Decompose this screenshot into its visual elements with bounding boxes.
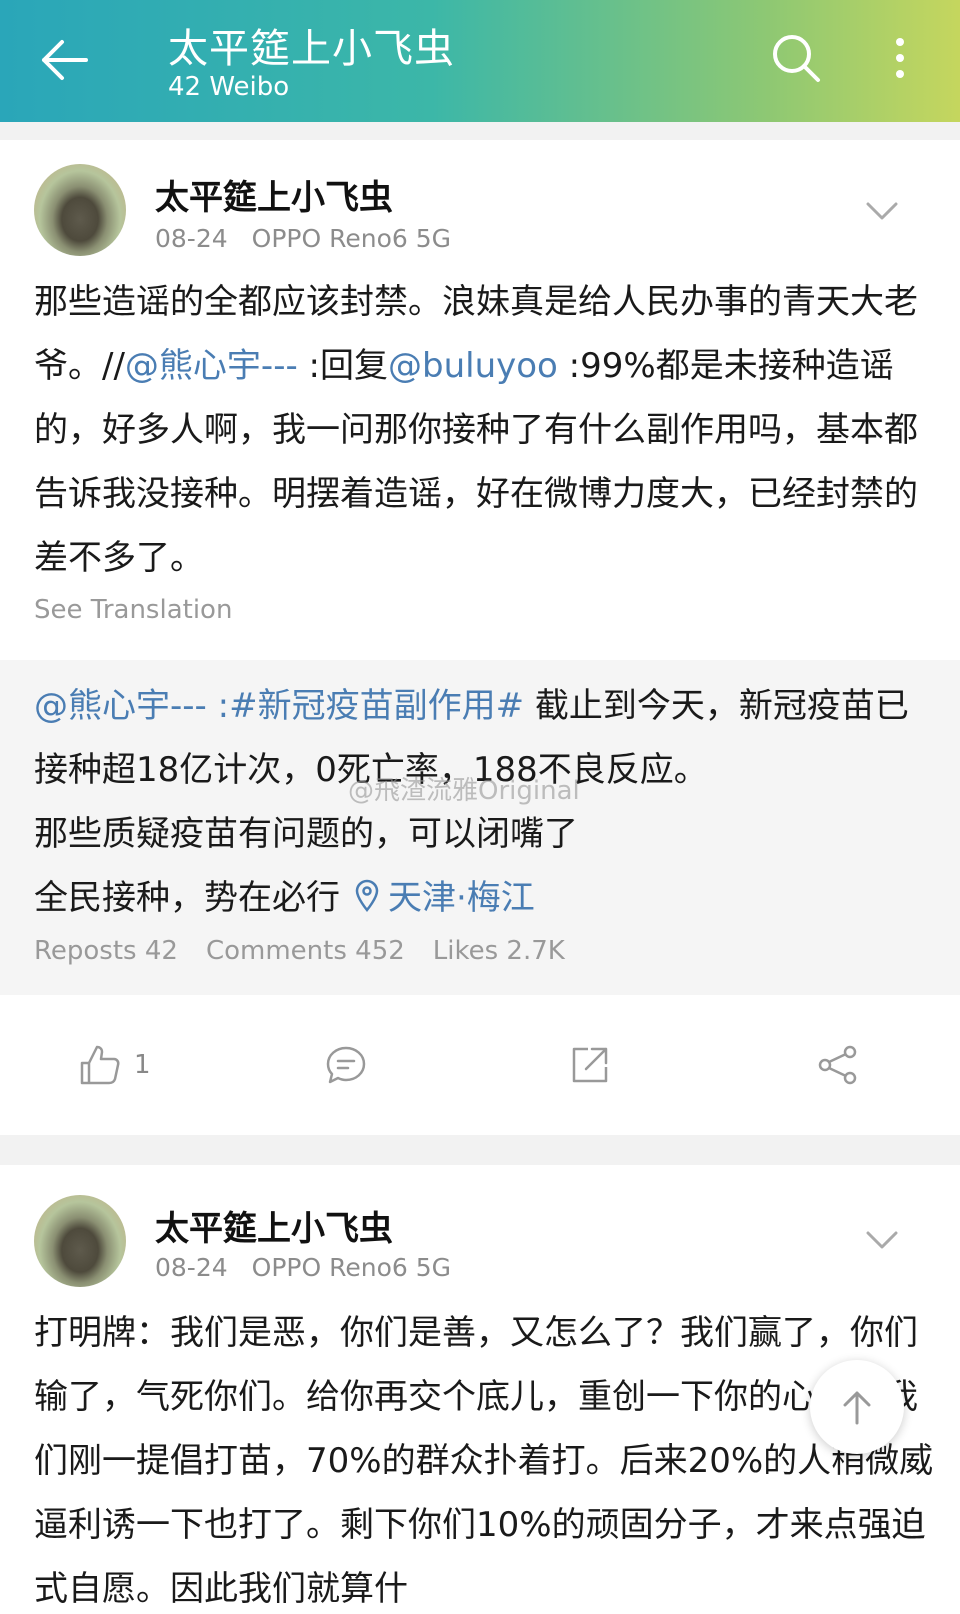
post-date: 08-24 [155, 1253, 228, 1282]
likes-count[interactable]: Likes 2.7K [433, 936, 565, 966]
post-device: OPPO Reno6 5G [251, 1253, 452, 1282]
back-arrow-icon [42, 40, 88, 80]
avatar[interactable] [34, 1195, 126, 1287]
action-bar: 1 [0, 1010, 960, 1120]
post-date: 08-24 [155, 224, 228, 253]
post-text-part: :回复 [297, 346, 388, 386]
repost-icon [572, 1047, 608, 1083]
like-count: 1 [134, 1050, 151, 1080]
post-card: 太平筵上小飞虫 08-24 OPPO Reno6 5G 那些造谣的全都应该封禁。浪… [0, 140, 960, 1135]
back-button[interactable] [36, 30, 96, 90]
hashtag-link[interactable]: :#新冠疫苗副作用# [207, 686, 524, 726]
like-button[interactable]: 1 [78, 1010, 151, 1120]
scroll-to-top-button[interactable] [810, 1360, 904, 1454]
repost-text-part: 全民接种，势在必行 [34, 878, 340, 918]
post-menu-button[interactable] [862, 1225, 902, 1255]
post-device: OPPO Reno6 5G [251, 224, 452, 253]
mention-link[interactable]: @buluyoo [388, 346, 558, 386]
weibo-count: 42 Weibo [168, 72, 290, 102]
comment-button[interactable] [324, 1010, 368, 1120]
search-button[interactable] [766, 28, 826, 88]
share-button[interactable] [816, 1010, 860, 1120]
post-text: 打明牌：我们是恶，你们是善，又怎么了？我们赢了，你们输了，气死你们。给你再交个底… [34, 1313, 934, 1609]
repost-stats: Reposts 42 Comments 452 Likes 2.7K [34, 936, 593, 966]
repost-button[interactable] [568, 1010, 612, 1120]
location-icon [355, 879, 379, 912]
post-meta: 08-24 OPPO Reno6 5G [155, 224, 451, 253]
post-meta: 08-24 OPPO Reno6 5G [155, 1253, 451, 1282]
more-button[interactable] [880, 28, 920, 88]
search-icon [773, 35, 820, 82]
share-icon [818, 1045, 857, 1085]
watermark: @飛渣流雅Original [348, 776, 580, 806]
chevron-down-icon [866, 202, 898, 220]
chevron-down-icon [866, 1231, 898, 1249]
like-icon [80, 1045, 120, 1085]
post-menu-button[interactable] [862, 196, 902, 226]
avatar[interactable] [34, 164, 126, 256]
post-text: 那些造谣的全都应该封禁。浪妹真是给人民办事的青天大老爷。//@熊心宇--- :回… [34, 270, 934, 590]
comments-count[interactable]: Comments 452 [206, 936, 405, 966]
arrow-up-icon [843, 1391, 871, 1425]
repost-text-part: 那些质疑疫苗有问题的，可以闭嘴了 [34, 814, 578, 854]
see-translation-link[interactable]: See Translation [34, 595, 232, 625]
page-title: 太平筵上小飞虫 [168, 26, 455, 72]
reposted-content[interactable]: @熊心宇--- :#新冠疫苗副作用# 截止到今天，新冠疫苗已接种超18亿计次，0… [0, 660, 960, 995]
mention-link[interactable]: @熊心宇--- [34, 686, 207, 726]
reposts-count[interactable]: Reposts 42 [34, 936, 178, 966]
mention-link[interactable]: @熊心宇--- [125, 346, 298, 386]
more-vertical-icon [896, 38, 904, 78]
location-link[interactable]: 天津·梅江 [388, 878, 535, 918]
author-name[interactable]: 太平筵上小飞虫 [155, 170, 393, 219]
top-app-bar: 太平筵上小飞虫 42 Weibo [0, 0, 960, 122]
author-name[interactable]: 太平筵上小飞虫 [155, 1201, 393, 1250]
comment-icon [326, 1046, 366, 1084]
